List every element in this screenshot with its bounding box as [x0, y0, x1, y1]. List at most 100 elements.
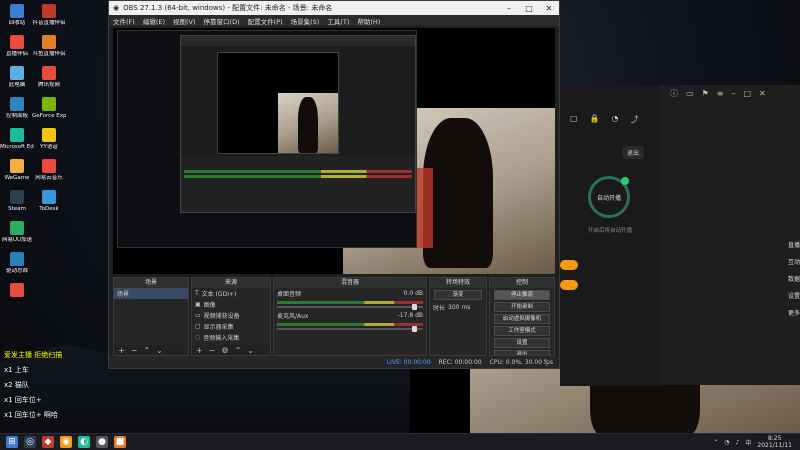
- orange-toggle-2[interactable]: [560, 280, 578, 290]
- desktop-icon[interactable]: 抖音直播伴侣: [32, 4, 66, 26]
- gear-icon[interactable]: ⚙: [221, 346, 228, 355]
- volume-slider[interactable]: [277, 326, 423, 332]
- info-icon[interactable]: ⓘ: [670, 88, 678, 99]
- gift-icon[interactable]: ▭: [686, 89, 694, 98]
- menu-item[interactable]: 帮助(H): [357, 16, 380, 26]
- volume-icon[interactable]: ♪: [736, 439, 740, 446]
- close-icon[interactable]: ✕: [759, 89, 766, 98]
- clock[interactable]: 8:25 2021/11/11: [757, 435, 792, 449]
- desktop-icon[interactable]: 此电脑: [2, 66, 32, 88]
- maximize-icon[interactable]: □: [743, 89, 751, 98]
- remove-icon[interactable]: −: [131, 346, 138, 355]
- nested-meter: [184, 175, 412, 178]
- minimize-icon[interactable]: –: [731, 89, 735, 98]
- source-item[interactable]: T 文本 (GDI+): [192, 288, 270, 299]
- source-item[interactable]: ◌ 音频输入采集: [192, 332, 270, 343]
- chevron-up-icon[interactable]: ⌃: [713, 439, 718, 446]
- desktop-icon[interactable]: 回收站: [2, 4, 32, 26]
- desktop-icon[interactable]: GeForce Experience: [32, 97, 66, 119]
- camera-icon[interactable]: ▢: [570, 114, 578, 125]
- desktop-icon[interactable]: 网易云音乐: [34, 159, 64, 181]
- app-icon[interactable]: ◆: [42, 436, 54, 448]
- chat-overlay: 爱发主播 拒绝扫描 x1 上车 x2 猫队 x1 回车位+ x1 回车位+ 啊哈: [4, 350, 104, 425]
- desktop-icon[interactable]: 直播伴侣: [2, 35, 32, 57]
- desktop-icon[interactable]: WeGame: [2, 159, 32, 181]
- down-icon[interactable]: ⌄: [156, 346, 163, 355]
- menu-item[interactable]: 场景集(S): [291, 16, 320, 26]
- bell-icon[interactable]: ◔: [612, 114, 619, 125]
- flag-icon[interactable]: ⚑: [702, 89, 709, 98]
- right-toolbar-item[interactable]: 更多: [788, 308, 800, 317]
- obs-titlebar[interactable]: ◉ OBS 27.1.3 (64-bit, windows) - 配置文件: 未…: [109, 1, 559, 15]
- up-icon[interactable]: ⌃: [235, 346, 242, 355]
- desktop-icon[interactable]: Steam: [2, 190, 32, 212]
- right-toolbar-item[interactable]: 直播: [788, 240, 800, 249]
- right-toolbar-item[interactable]: 设置: [788, 291, 800, 300]
- right-toolbar: 直播互动数据设置更多: [788, 240, 800, 317]
- desktop-icon[interactable]: 网易UU加速: [2, 221, 32, 243]
- virtual-camera-button[interactable]: 启动虚拟摄像机: [494, 314, 550, 324]
- menu-item[interactable]: 工具(T): [327, 16, 349, 26]
- desktop-icon[interactable]: 驱动总裁: [2, 252, 32, 274]
- maximize-button[interactable]: □: [519, 4, 539, 13]
- app-icon: [10, 35, 24, 50]
- desktop-icon[interactable]: 斗鱼直播伴侣: [32, 35, 66, 57]
- studio-mode-button[interactable]: 工作室模式: [494, 326, 550, 336]
- desktop-icon[interactable]: [2, 283, 32, 299]
- desktop-icon[interactable]: Microsoft Edge: [0, 128, 34, 150]
- app-icon: [42, 190, 56, 205]
- menu-item[interactable]: 文件(F): [113, 16, 135, 26]
- person-silhouette: [423, 118, 493, 268]
- share-icon[interactable]: ⤴: [631, 114, 639, 125]
- volume-slider[interactable]: [277, 304, 423, 310]
- lock-icon[interactable]: 🔒: [590, 114, 600, 125]
- app-icon: [10, 252, 24, 267]
- steam-icon[interactable]: ◎: [24, 436, 36, 448]
- windows-start-icon[interactable]: ⊞: [6, 436, 18, 448]
- up-icon[interactable]: ⌃: [143, 346, 150, 355]
- ime-icon[interactable]: 中: [745, 438, 751, 447]
- stream-app-icon[interactable]: ■: [114, 436, 126, 448]
- right-toolbar-item[interactable]: 数据: [788, 274, 800, 283]
- menu-item[interactable]: 停靠窗口(D): [204, 16, 240, 26]
- network-icon[interactable]: ◔: [724, 439, 729, 446]
- source-item[interactable]: ▢ 显示器采集: [192, 321, 270, 332]
- obs-window-title: OBS 27.1.3 (64-bit, windows) - 配置文件: 未命名…: [123, 4, 333, 12]
- chrome-icon[interactable]: ◉: [60, 436, 72, 448]
- obs-window[interactable]: ◉ OBS 27.1.3 (64-bit, windows) - 配置文件: 未…: [108, 0, 560, 369]
- stop-streaming-button[interactable]: 停止推流: [494, 290, 550, 300]
- live-indicator: LIVE: 00:00:00: [386, 358, 431, 366]
- track-name: 桌面音频: [277, 291, 302, 298]
- settings-button[interactable]: 设置: [494, 338, 550, 348]
- start-recording-button[interactable]: 开始录制: [494, 302, 550, 312]
- desktop-icon[interactable]: 控制面板: [2, 97, 32, 119]
- close-button[interactable]: ✕: [539, 4, 559, 13]
- obs-icon[interactable]: ●: [96, 436, 108, 448]
- right-toolbar-item[interactable]: 互动: [788, 257, 800, 266]
- menu-item[interactable]: 视图(V): [173, 16, 196, 26]
- edge-icon[interactable]: ◐: [78, 436, 90, 448]
- exit-pill-button[interactable]: 退出: [622, 146, 645, 159]
- desktop-icon[interactable]: 腾讯视频: [34, 66, 64, 88]
- obs-statusbar: LIVE: 00:00:00 REC: 00:00:00 CPU: 0.0%, …: [109, 356, 559, 368]
- menu-item[interactable]: 编辑(E): [143, 16, 165, 26]
- menu-item[interactable]: 配置文件(P): [248, 16, 283, 26]
- desktop-icon[interactable]: ToDesk: [34, 190, 64, 212]
- add-icon[interactable]: +: [118, 346, 125, 355]
- desktop-icon[interactable]: YY语音: [34, 128, 64, 150]
- duration-input[interactable]: 300 ms: [448, 304, 470, 311]
- auto-start-button[interactable]: 自动开播: [588, 176, 630, 218]
- add-icon[interactable]: +: [196, 346, 203, 355]
- remove-icon[interactable]: −: [209, 346, 216, 355]
- menu-icon[interactable]: ≡: [717, 89, 724, 98]
- down-icon[interactable]: ⌄: [247, 346, 254, 355]
- scene-item[interactable]: 场景: [114, 288, 188, 299]
- obs-preview[interactable]: [113, 28, 555, 274]
- orange-toggle-1[interactable]: [560, 260, 578, 270]
- desktop-icon-label: ToDesk: [39, 206, 59, 213]
- minimize-button[interactable]: –: [499, 4, 519, 13]
- source-item[interactable]: ▣ 图像: [192, 299, 270, 310]
- source-item[interactable]: ▭ 视频捕获设备: [192, 310, 270, 321]
- desktop-icon-label: 腾讯视频: [37, 82, 60, 89]
- transition-select[interactable]: 渐变: [434, 290, 482, 300]
